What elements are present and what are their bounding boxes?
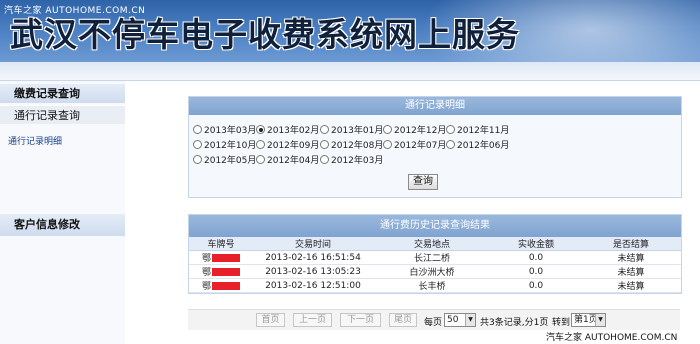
- results-table: 车牌号 交易时间 交易地点 实收金额 是否结算 鄂 2013-02-16 16:…: [189, 237, 681, 293]
- month-radio[interactable]: 2012年11月: [446, 123, 509, 136]
- table-row: 鄂 2013-02-16 12:51:00 长丰桥 0.0 未结算: [189, 278, 681, 293]
- month-radio[interactable]: 2012年12月: [383, 123, 446, 136]
- radio-icon[interactable]: [193, 140, 202, 149]
- record-summary: 共3条记录,分1页: [480, 318, 549, 328]
- per-page-select[interactable]: 50 ▼: [444, 313, 476, 327]
- table-row: 鄂 2013-02-16 13:05:23 白沙洲大桥 0.0 未结算: [189, 264, 681, 279]
- sidebar-item-payment-records[interactable]: 缴费记录查询: [0, 84, 125, 103]
- month-radio[interactable]: 2013年02月: [256, 123, 319, 136]
- radio-icon[interactable]: [446, 125, 455, 134]
- banner-strip: [0, 62, 700, 81]
- pagination-bar: 首页 上一页 下一页 尾页 每页 50 ▼ 共3条记录,分1页 转到 第1页 ▼: [188, 309, 680, 330]
- place-cell: 长江二桥: [373, 250, 491, 265]
- place-cell: 白沙洲大桥: [373, 264, 491, 279]
- month-radio[interactable]: 2012年06月: [446, 138, 509, 151]
- month-radio[interactable]: 2012年03月: [320, 153, 383, 166]
- per-page-label: 每页: [424, 318, 443, 328]
- column-header-time: 交易时间: [253, 237, 373, 251]
- settled-cell: 未结算: [581, 264, 681, 279]
- place-cell: 长丰桥: [373, 278, 491, 293]
- time-cell: 2013-02-16 13:05:23: [253, 264, 373, 279]
- watermark-bottom: 汽车之家 AUTOHOME.COM.CN: [546, 333, 678, 343]
- page-title: 武汉不停车电子收费系统网上服务: [10, 15, 520, 54]
- month-radio[interactable]: 2012年09月: [256, 138, 319, 151]
- amount-cell: 0.0: [491, 250, 581, 265]
- sidebar-item-customer-info[interactable]: 客户信息修改: [0, 214, 125, 236]
- amount-cell: 0.0: [491, 264, 581, 279]
- plate-cell: 鄂: [189, 278, 253, 293]
- radio-icon[interactable]: [383, 140, 392, 149]
- radio-icon[interactable]: [256, 140, 265, 149]
- month-radio[interactable]: 2012年07月: [383, 138, 446, 151]
- month-radio[interactable]: 2012年05月: [193, 153, 256, 166]
- month-radio[interactable]: 2012年10月: [193, 138, 256, 151]
- chevron-down-icon[interactable]: ▼: [465, 314, 475, 326]
- first-page-button[interactable]: 首页: [256, 313, 285, 327]
- query-panel-title: 通行记录明细: [189, 97, 681, 115]
- query-button[interactable]: 查询: [408, 174, 438, 190]
- month-radio-group: 2013年03月 2013年02月 2013年01月 2012年12月 2012…: [189, 115, 681, 166]
- radio-icon[interactable]: [320, 140, 329, 149]
- settled-cell: 未结算: [581, 250, 681, 265]
- radio-icon[interactable]: [193, 155, 202, 164]
- redaction-mark: [212, 282, 240, 290]
- results-title: 通行费历史记录查询结果: [189, 215, 681, 237]
- radio-icon[interactable]: [193, 125, 202, 134]
- chevron-down-icon[interactable]: ▼: [595, 314, 605, 326]
- last-page-button[interactable]: 尾页: [389, 313, 417, 327]
- month-radio[interactable]: 2013年01月: [320, 123, 383, 136]
- column-header-plate: 车牌号: [189, 237, 253, 251]
- goto-label: 转到: [552, 318, 571, 328]
- table-row: 鄂 2013-02-16 16:51:54 长江二桥 0.0 未结算: [189, 250, 681, 265]
- amount-cell: 0.0: [491, 278, 581, 293]
- results-panel: 通行费历史记录查询结果 车牌号 交易时间 交易地点 实收金额 是否结算 鄂 20…: [188, 214, 682, 294]
- time-cell: 2013-02-16 12:51:00: [253, 278, 373, 293]
- month-radio[interactable]: 2012年04月: [256, 153, 319, 166]
- settled-cell: 未结算: [581, 278, 681, 293]
- radio-icon[interactable]: [446, 140, 455, 149]
- prev-page-button[interactable]: 上一页: [293, 313, 332, 327]
- redaction-mark: [212, 268, 240, 276]
- column-header-settled: 是否结算: [581, 237, 681, 251]
- query-panel: 通行记录明细 2013年03月 2013年02月 2013年01月 2012年1…: [188, 96, 682, 198]
- radio-icon[interactable]: [320, 155, 329, 164]
- header-banner: 汽车之家 AUTOHOME.COM.CN 武汉不停车电子收费系统网上服务: [0, 0, 700, 62]
- month-radio[interactable]: 2012年08月: [320, 138, 383, 151]
- radio-icon[interactable]: [256, 155, 265, 164]
- sidebar-item-toll-records[interactable]: 通行记录查询: [0, 105, 125, 124]
- time-cell: 2013-02-16 16:51:54: [253, 250, 373, 265]
- plate-cell: 鄂: [189, 250, 253, 265]
- radio-checked-icon[interactable]: [256, 125, 265, 134]
- radio-icon[interactable]: [320, 125, 329, 134]
- month-radio[interactable]: 2013年03月: [193, 123, 256, 136]
- column-header-place: 交易地点: [373, 237, 491, 251]
- sidebar-link-toll-detail[interactable]: 通行记录明细: [8, 134, 62, 147]
- plate-cell: 鄂: [189, 264, 253, 279]
- next-page-button[interactable]: 下一页: [340, 313, 381, 327]
- radio-icon[interactable]: [383, 125, 392, 134]
- redaction-mark: [212, 254, 240, 262]
- sidebar: 缴费记录查询 通行记录查询 通行记录明细 客户信息修改: [0, 81, 125, 344]
- table-header-row: 车牌号 交易时间 交易地点 实收金额 是否结算: [189, 237, 681, 251]
- goto-page-select[interactable]: 第1页 ▼: [571, 313, 606, 327]
- column-header-amount: 实收金额: [491, 237, 581, 251]
